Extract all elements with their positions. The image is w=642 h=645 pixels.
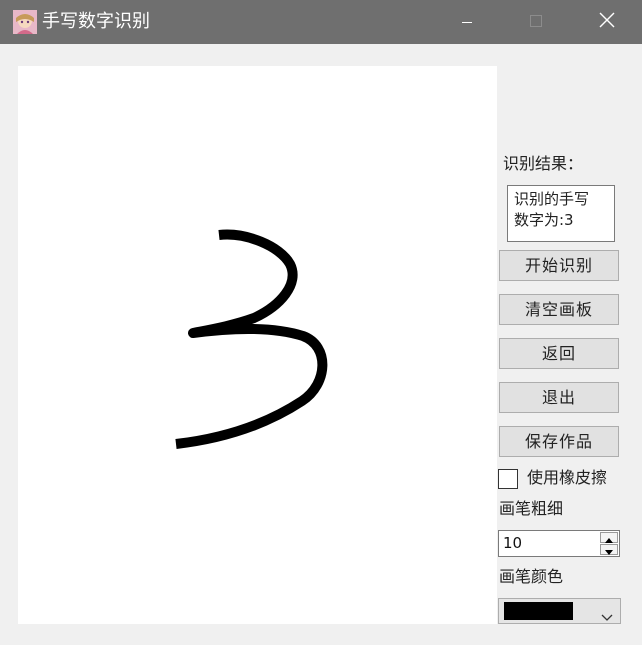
app-avatar-icon bbox=[13, 10, 37, 34]
minimize-icon bbox=[461, 13, 473, 32]
spin-down-button[interactable] bbox=[600, 544, 618, 555]
result-text-line-2: 数字为:3 bbox=[514, 211, 574, 229]
eraser-label[interactable]: 使用橡皮擦 bbox=[527, 467, 607, 489]
pen-thickness-label: 画笔粗细 bbox=[499, 499, 564, 518]
spin-buttons bbox=[600, 532, 618, 555]
triangle-down-icon bbox=[605, 540, 613, 559]
pen-color-label: 画笔颜色 bbox=[499, 567, 564, 586]
pen-thickness-spinbox[interactable]: 10 bbox=[498, 530, 620, 557]
app-window: 手写数字识别 识别结果： 识别的手写 数字为:3 开始识别 清空画板 返回 退出… bbox=[0, 0, 642, 645]
pen-color-swatch bbox=[504, 602, 573, 620]
save-work-button[interactable]: 保存作品 bbox=[499, 426, 619, 457]
maximize-button[interactable] bbox=[513, 0, 559, 44]
result-textbox[interactable]: 识别的手写 数字为:3 bbox=[507, 185, 615, 242]
back-button[interactable]: 返回 bbox=[499, 338, 619, 369]
maximize-icon bbox=[529, 13, 543, 32]
window-title: 手写数字识别 bbox=[42, 11, 150, 32]
result-label: 识别结果： bbox=[503, 154, 584, 173]
eraser-checkbox[interactable] bbox=[498, 469, 518, 489]
minimize-button[interactable] bbox=[444, 0, 490, 44]
result-text-line-1: 识别的手写 bbox=[514, 190, 590, 208]
pen-color-select[interactable] bbox=[498, 598, 621, 624]
chevron-down-icon bbox=[601, 607, 613, 626]
close-button[interactable] bbox=[584, 0, 630, 44]
title-bar[interactable]: 手写数字识别 bbox=[0, 0, 642, 44]
exit-button[interactable]: 退出 bbox=[499, 382, 619, 413]
handwritten-digit-stroke bbox=[175, 229, 328, 449]
close-icon bbox=[599, 12, 615, 32]
start-recognition-button[interactable]: 开始识别 bbox=[499, 250, 619, 281]
drawing-canvas[interactable] bbox=[18, 66, 497, 624]
pen-thickness-value[interactable]: 10 bbox=[503, 531, 522, 556]
clear-canvas-button[interactable]: 清空画板 bbox=[499, 294, 619, 325]
